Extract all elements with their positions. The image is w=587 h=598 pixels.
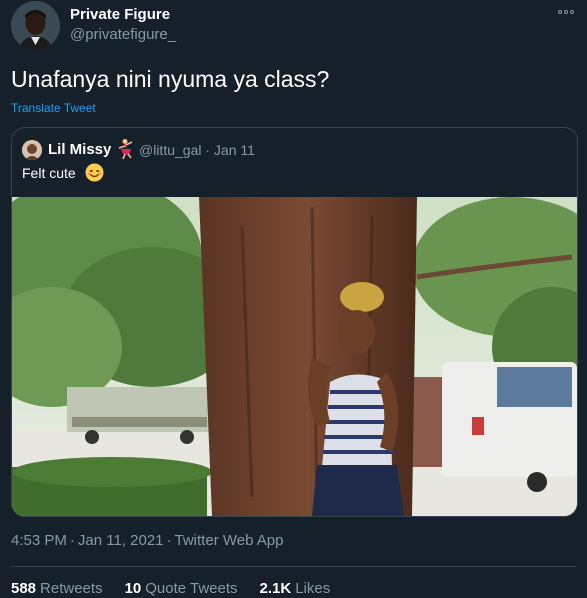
divider [11,566,576,567]
more-options-icon[interactable] [556,6,576,18]
likes-count: 2.1K [259,580,292,597]
author-handle[interactable]: @privatefigure_ [70,26,176,43]
tweet-source[interactable]: Twitter Web App [175,532,284,549]
smiling-face-emoji-icon [85,163,104,182]
retweets-count: 588 [11,580,37,597]
retweets-label: Retweets [40,580,103,597]
translate-tweet-link[interactable]: Translate Tweet [11,101,96,115]
quoted-tweet-text: Felt cute [22,165,76,181]
quote-tweets-label: Quote Tweets [145,580,238,597]
author-avatar[interactable] [11,1,60,50]
tweet-stats: 588 Retweets 10 Quote Tweets 2.1K Likes [11,580,330,597]
tweet-time[interactable]: 4:53 PM [11,532,67,549]
likes-label: Likes [295,580,331,597]
quote-tweets-stat[interactable]: 10 Quote Tweets [125,580,238,597]
tweet: Private Figure @privatefigure_ Unafanya … [0,0,587,598]
tweet-text: Unafanya nini nyuma ya class? [11,66,330,92]
meta-separator: · [166,532,172,549]
likes-stat[interactable]: 2.1K Likes [260,580,331,597]
dancer-emoji-icon [114,138,134,160]
quoted-author-handle-date[interactable]: @littu_gal · Jan 11 [139,142,255,158]
retweets-stat[interactable]: 588 Retweets [11,580,103,597]
quoted-author-avatar[interactable] [22,140,42,160]
quoted-tweet[interactable]: Lil Missy @littu_gal · Jan 11 Felt cute [11,127,578,517]
tweet-meta: 4:53 PM · Jan 11, 2021 · Twitter Web App [11,532,283,549]
author-name[interactable]: Private Figure [70,6,170,23]
tweet-date[interactable]: Jan 11, 2021 [78,532,164,549]
quote-tweets-count: 10 [124,580,142,597]
quoted-tweet-photo[interactable] [12,197,577,516]
quoted-author-name[interactable]: Lil Missy [48,141,111,158]
meta-separator: · [69,532,75,549]
